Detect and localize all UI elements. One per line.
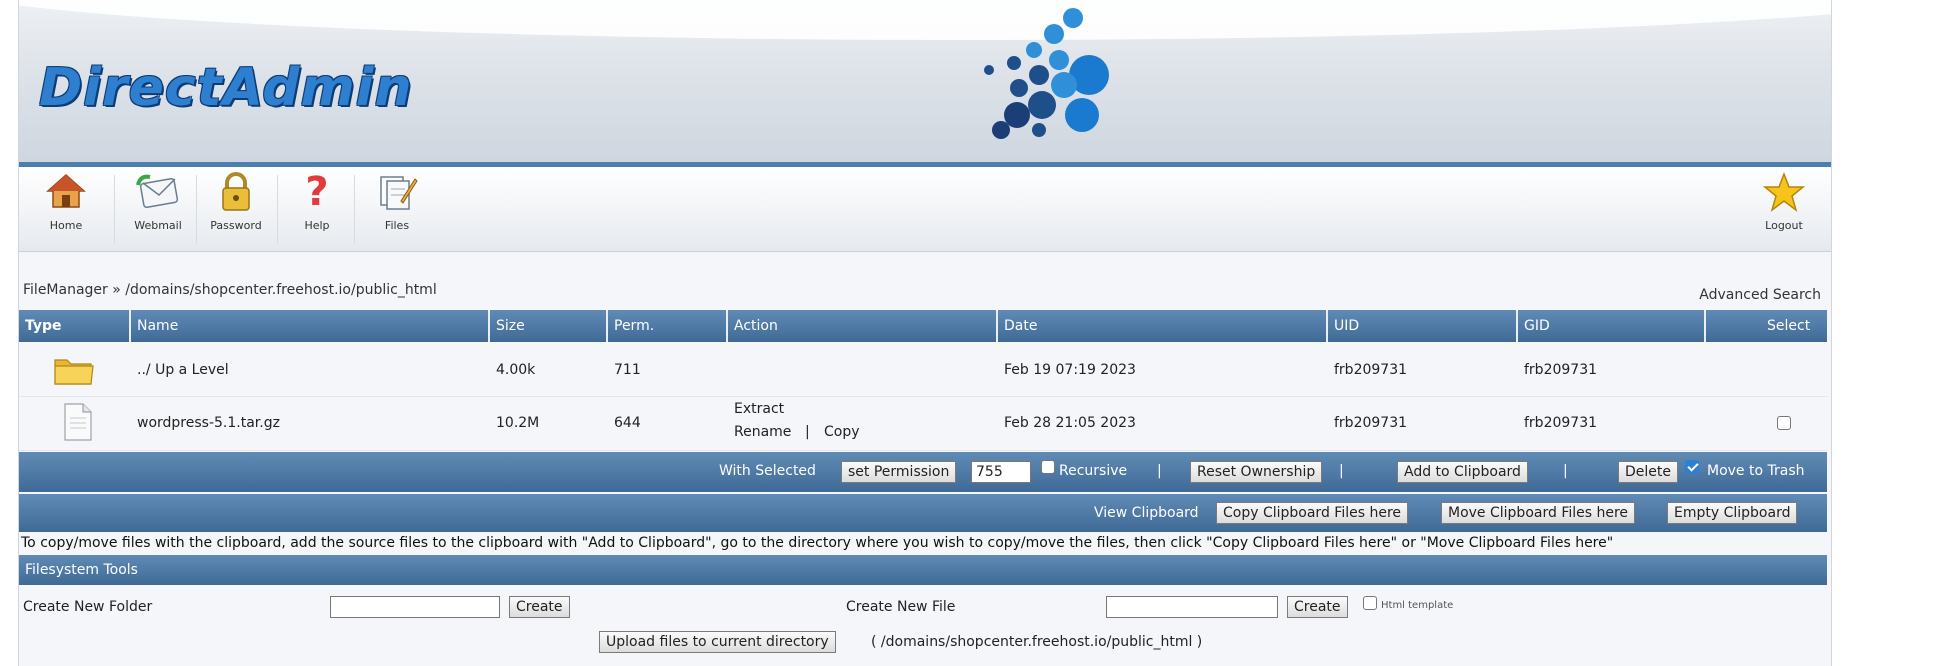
upload-row: Upload files to current directory ( /dom…	[19, 627, 1827, 663]
col-select: Select	[1767, 318, 1811, 334]
col-gid[interactable]: GID	[1524, 318, 1550, 334]
col-perm[interactable]: Perm.	[614, 318, 654, 334]
file-uid: frb209731	[1334, 362, 1408, 378]
file-size: 4.00k	[496, 362, 536, 378]
delete-button[interactable]: Delete	[1618, 461, 1678, 483]
file-gid: frb209731	[1524, 362, 1598, 378]
filesystem-tools-title: Filesystem Tools	[25, 562, 138, 578]
copy-link[interactable]: Copy	[824, 424, 860, 440]
table-row: ../ Up a Level 4.00k 711 Feb 19 07:19 20…	[19, 346, 1827, 397]
select-checkbox[interactable]	[1777, 416, 1791, 430]
file-name[interactable]: ../ Up a Level	[137, 362, 229, 378]
file-table-header: Type Name Size Perm. Action Date UID GID…	[19, 310, 1827, 342]
reset-ownership-button[interactable]: Reset Ownership	[1190, 461, 1323, 483]
file-gid: frb209731	[1524, 415, 1598, 431]
col-uid[interactable]: UID	[1334, 318, 1359, 334]
webmail-icon	[136, 174, 179, 209]
create-folder-label: Create New Folder	[23, 599, 153, 615]
nav-webmail[interactable]: Webmail	[123, 171, 193, 247]
add-to-clipboard-button[interactable]: Add to Clipboard	[1397, 461, 1528, 483]
extract-link[interactable]: Extract	[734, 401, 784, 417]
new-file-input[interactable]	[1106, 596, 1278, 618]
file-name[interactable]: wordpress-5.1.tar.gz	[137, 415, 280, 431]
nav-logout[interactable]: Logout	[1751, 171, 1817, 247]
empty-clipboard-button[interactable]: Empty Clipboard	[1667, 502, 1798, 524]
clipboard-note: To copy/move files with the clipboard, a…	[21, 535, 1614, 551]
rename-link[interactable]: Rename	[734, 424, 791, 440]
set-permission-button[interactable]: set Permission	[841, 461, 957, 483]
clipboard-bar: View Clipboard Copy Clipboard Files here…	[19, 494, 1827, 532]
top-nav: Home Webmail Password ? Help Files Logou…	[19, 167, 1831, 252]
html-template-checkbox[interactable]	[1363, 596, 1377, 610]
filesystem-tools-header: Filesystem Tools	[19, 555, 1827, 585]
copy-clipboard-files-button[interactable]: Copy Clipboard Files here	[1216, 502, 1409, 524]
move-clipboard-files-button[interactable]: Move Clipboard Files here	[1441, 502, 1636, 524]
col-type[interactable]: Type	[25, 318, 62, 334]
file-date: Feb 19 07:19 2023	[1004, 362, 1136, 378]
create-folder-button[interactable]: Create	[509, 596, 570, 618]
nav-help[interactable]: ? Help	[287, 171, 347, 247]
with-selected-bar: With Selected set Permission Recursive |…	[19, 452, 1827, 492]
with-selected-label: With Selected	[719, 463, 816, 479]
nav-password[interactable]: Password	[201, 171, 271, 247]
view-clipboard-link[interactable]: View Clipboard	[1094, 505, 1199, 521]
recursive-checkbox[interactable]	[1041, 460, 1055, 474]
bar-separator: |	[1157, 463, 1162, 479]
col-name[interactable]: Name	[137, 318, 178, 334]
create-row: Create New Folder Create Create New File…	[19, 589, 1827, 625]
new-folder-input[interactable]	[330, 596, 500, 618]
bar-separator: |	[1339, 463, 1344, 479]
col-action: Action	[734, 318, 778, 334]
advanced-search-link[interactable]: Advanced Search	[1699, 287, 1821, 303]
nav-home[interactable]: Home	[31, 171, 101, 247]
header-banner: DirectAdmin	[19, 0, 1831, 167]
action-separator: |	[805, 424, 810, 440]
home-icon	[46, 173, 86, 208]
app-frame: DirectAdmin Home Webmail Password ? Help…	[18, 0, 1832, 666]
create-file-button[interactable]: Create	[1287, 596, 1348, 618]
col-date[interactable]: Date	[1004, 318, 1037, 334]
move-to-trash-label: Move to Trash	[1707, 463, 1805, 479]
file-perm[interactable]: 711	[614, 362, 641, 378]
table-row: wordpress-5.1.tar.gz 10.2M 644 Extract R…	[19, 396, 1827, 451]
col-size[interactable]: Size	[496, 318, 525, 334]
move-to-trash-checkbox[interactable]	[1685, 460, 1699, 474]
create-file-label: Create New File	[846, 599, 956, 615]
bar-separator: |	[1563, 463, 1568, 479]
file-size: 10.2M	[496, 415, 540, 431]
file-date: Feb 28 21:05 2023	[1004, 415, 1136, 431]
upload-files-button[interactable]: Upload files to current directory	[599, 631, 836, 653]
star-icon	[1763, 171, 1805, 212]
directadmin-logo[interactable]: DirectAdmin	[39, 58, 412, 118]
breadcrumb[interactable]: FileManager » /domains/shopcenter.freeho…	[23, 282, 437, 298]
recursive-label: Recursive	[1059, 463, 1128, 479]
logo-dots-graphic	[984, 8, 1109, 139]
help-icon: ?	[305, 171, 328, 213]
file-perm[interactable]: 644	[614, 415, 641, 431]
svg-text:?: ?	[305, 171, 328, 213]
upload-path: ( /domains/shopcenter.freehost.io/public…	[871, 634, 1203, 650]
html-template-label: Html template	[1381, 600, 1454, 611]
permission-input[interactable]	[971, 461, 1031, 483]
folder-icon[interactable]	[53, 354, 95, 388]
lock-icon	[222, 172, 250, 211]
file-uid: frb209731	[1334, 415, 1408, 431]
nav-files[interactable]: Files	[364, 171, 430, 247]
files-icon	[380, 176, 418, 210]
file-icon[interactable]	[61, 402, 93, 442]
